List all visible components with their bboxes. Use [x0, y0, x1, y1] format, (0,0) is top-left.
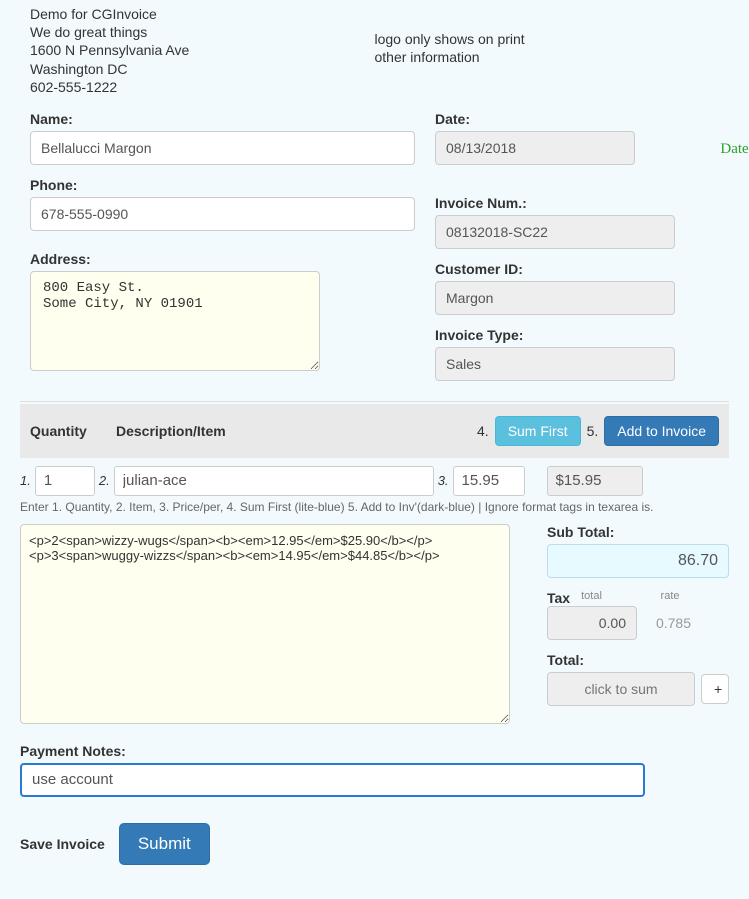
price-input[interactable] [453, 466, 525, 496]
tax-rate-output [643, 606, 701, 640]
phone-label: Phone: [30, 177, 415, 193]
company-name: Demo for CGInvoice [30, 5, 375, 23]
sum-first-button[interactable]: Sum First [495, 416, 581, 446]
company-phone: 602-555-1222 [30, 78, 375, 96]
total-output[interactable] [547, 672, 695, 706]
company-tagline: We do great things [30, 23, 375, 41]
subtotal-output [547, 544, 729, 578]
payment-notes-label: Payment Notes: [20, 743, 729, 759]
other-info: other information [375, 48, 720, 66]
step5-label: 5. [587, 423, 599, 439]
plus-button[interactable]: + [701, 674, 729, 704]
tax-total-output [547, 606, 637, 640]
submit-button[interactable]: Submit [119, 823, 210, 865]
datepicker-badge: DatePicker [720, 141, 749, 158]
total-label: Total: [547, 652, 729, 668]
tax-label: Tax [547, 590, 570, 606]
add-to-invoice-button[interactable]: Add to Invoice [604, 416, 719, 446]
phone-field[interactable] [30, 197, 415, 231]
invoice-type-label: Invoice Type: [435, 327, 729, 343]
customer-id-field[interactable] [435, 281, 675, 315]
name-label: Name: [30, 111, 415, 127]
step2-label: 2. [99, 473, 110, 488]
address-field[interactable] [30, 271, 320, 371]
save-invoice-label: Save Invoice [20, 836, 105, 852]
line-item-inputs: 1. 2. 3. [20, 458, 729, 498]
date-field[interactable] [435, 131, 635, 165]
invoice-num-field[interactable] [435, 215, 675, 249]
tax-total-label: total [576, 590, 649, 606]
step1-label: 1. [20, 473, 31, 488]
line-item-hint: Enter 1. Quantity, 2. Item, 3. Price/per… [20, 500, 729, 514]
company-city: Washington DC [30, 60, 375, 78]
invoice-type-field[interactable] [435, 347, 675, 381]
address-label: Address: [30, 251, 415, 267]
step4-label: 4. [477, 423, 489, 439]
step3-label: 3. [438, 473, 449, 488]
item-input[interactable] [114, 466, 434, 496]
header-right-block: logo only shows on print other informati… [375, 5, 720, 96]
qty-header: Quantity [30, 423, 116, 439]
items-textarea[interactable] [20, 524, 510, 724]
company-header-block: Demo for CGInvoice We do great things 16… [30, 5, 375, 96]
desc-header: Description/Item [116, 423, 477, 439]
separator [20, 401, 729, 402]
logo-note: logo only shows on print [375, 30, 720, 48]
subtotal-label: Sub Total: [547, 524, 729, 540]
invoice-num-label: Invoice Num.: [435, 195, 729, 211]
payment-notes-field[interactable] [20, 763, 645, 797]
line-item-header: Quantity Description/Item 4. Sum First 5… [20, 404, 729, 458]
name-field[interactable] [30, 131, 415, 165]
company-addr1: 1600 N Pennsylvania Ave [30, 41, 375, 59]
tax-rate-label: rate [656, 590, 729, 606]
customer-id-label: Customer ID: [435, 261, 729, 277]
extended-price-output [547, 466, 643, 496]
date-label: Date: [435, 111, 729, 127]
quantity-input[interactable] [35, 466, 95, 496]
